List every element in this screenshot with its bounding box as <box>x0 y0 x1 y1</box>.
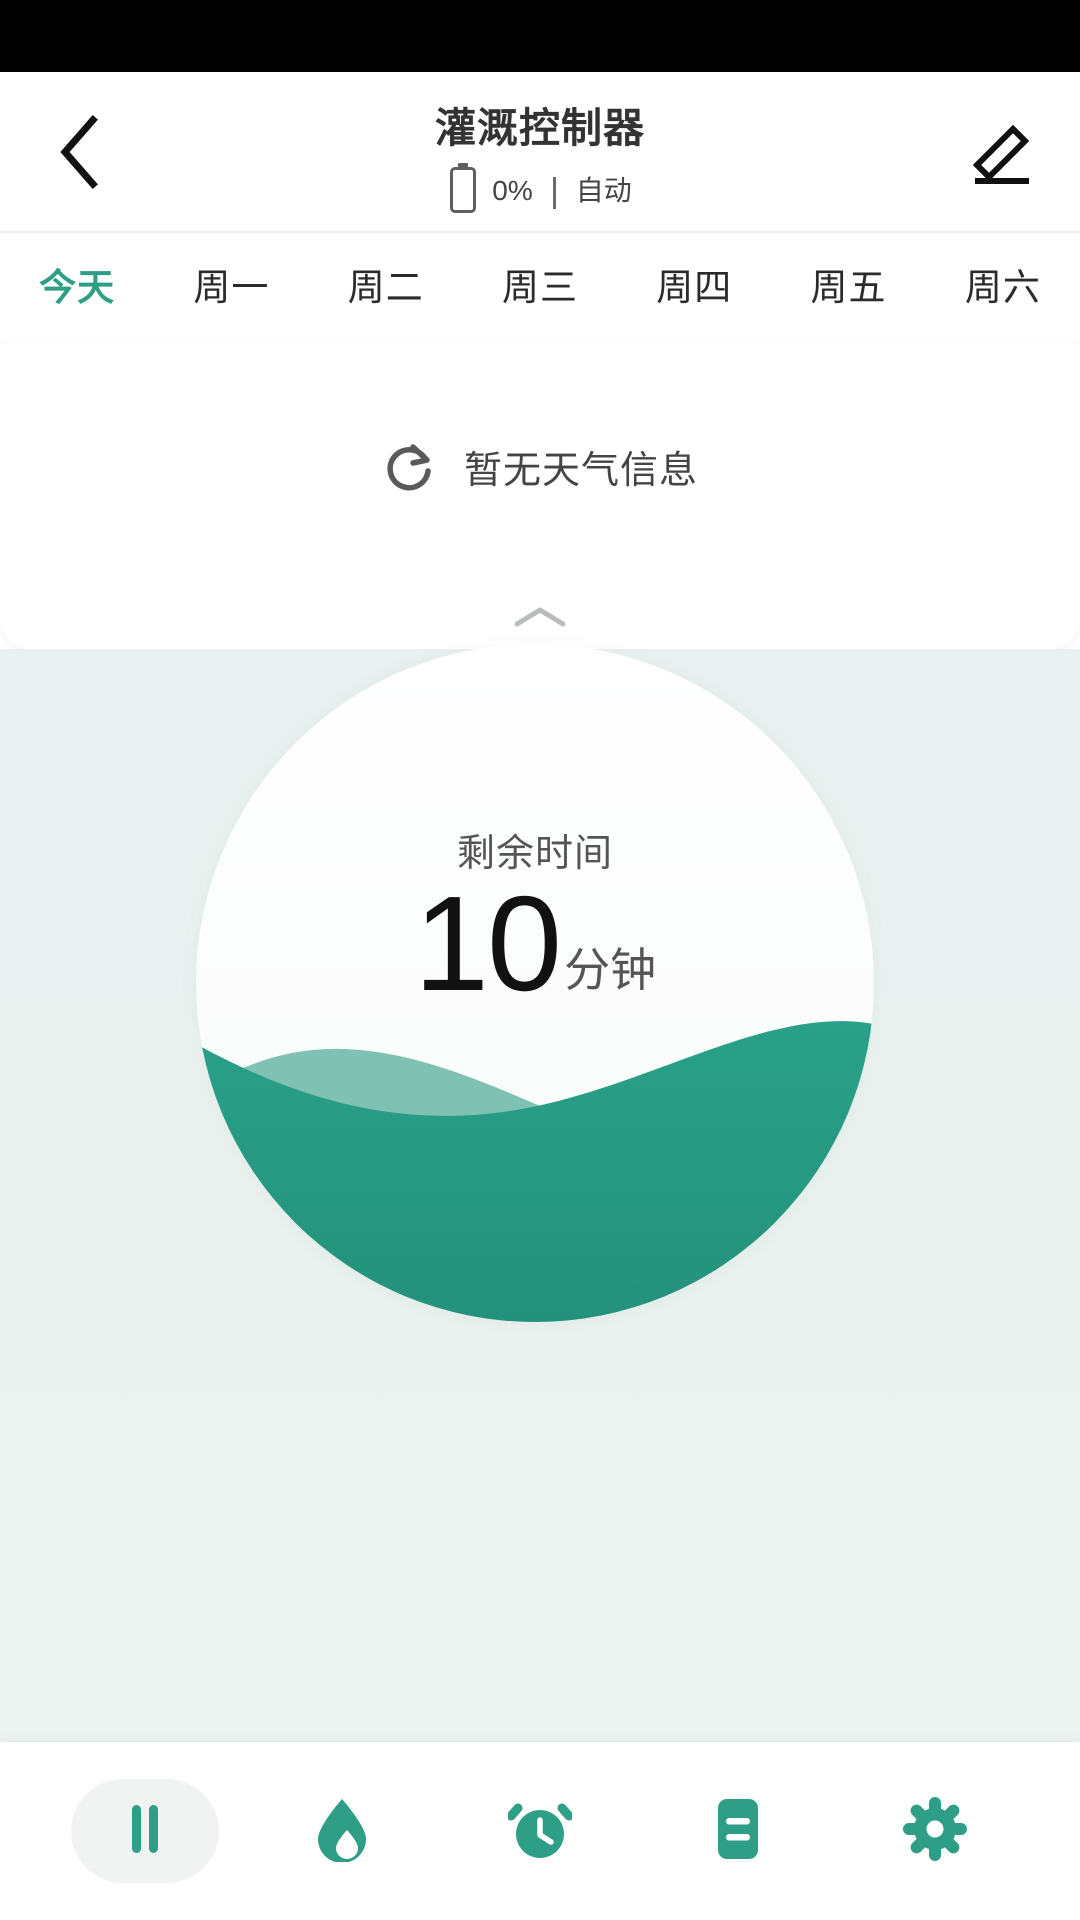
weather-status-row[interactable]: 暂无天气信息 <box>0 438 1080 503</box>
gauge-wave-front <box>196 1021 874 1322</box>
status-bar <box>0 0 1080 72</box>
gauge-value: 10 <box>413 868 562 1019</box>
header-title-block: 灌溉控制器 0% 自动 <box>0 100 1080 219</box>
battery-percent: 0% <box>492 174 533 206</box>
records-button[interactable] <box>664 1779 812 1883</box>
tab-friday[interactable]: 周五 <box>771 264 925 312</box>
day-tabs: 今天 周一 周二 周三 周四 周五 周六 <box>0 233 1080 343</box>
gauge-unit: 分钟 <box>564 944 657 996</box>
pause-icon <box>122 1801 168 1862</box>
alarm-clock-icon <box>506 1796 574 1867</box>
pencil-edit-icon <box>969 119 1035 185</box>
schedule-button[interactable] <box>466 1779 614 1883</box>
page-title: 灌溉控制器 <box>435 105 645 151</box>
water-button[interactable] <box>268 1779 416 1883</box>
remaining-time-gauge[interactable]: 剩余时间 10 分钟 <box>196 644 874 1322</box>
gauge-value-row: 10 分钟 <box>196 876 874 1011</box>
bottom-toolbar <box>0 1742 1080 1920</box>
water-drop-icon <box>311 1796 373 1867</box>
tab-thursday[interactable]: 周四 <box>617 264 771 312</box>
app-root: 灌溉控制器 0% 自动 今天 周一 周二 周三 周四 周五 周六 暂无天气信息 … <box>0 0 1080 1920</box>
subtitle-separator <box>552 176 556 209</box>
tab-tuesday[interactable]: 周二 <box>309 264 463 312</box>
tab-monday[interactable]: 周一 <box>154 264 308 312</box>
gear-settings-icon <box>902 1796 968 1867</box>
refresh-circular-arrow-icon[interactable] <box>382 438 438 503</box>
list-document-icon <box>711 1797 765 1866</box>
collapse-panel-button[interactable] <box>0 602 1080 637</box>
settings-button[interactable] <box>861 1779 1009 1883</box>
tab-today[interactable]: 今天 <box>0 264 154 312</box>
weather-panel: 暂无天气信息 <box>0 343 1080 649</box>
chevron-up-icon <box>510 602 570 637</box>
tab-saturday[interactable]: 周六 <box>926 264 1080 312</box>
edit-button[interactable] <box>954 104 1050 200</box>
pause-button[interactable] <box>70 1779 219 1883</box>
mode-label: 自动 <box>575 174 632 206</box>
battery-vertical-icon <box>448 162 478 219</box>
tab-wednesday[interactable]: 周三 <box>463 264 617 312</box>
weather-message: 暂无天气信息 <box>463 449 698 492</box>
app-header: 灌溉控制器 0% 自动 <box>0 72 1080 231</box>
main-content: 剩余时间 10 分钟 上次灌溉时间 -- <box>0 644 1080 1920</box>
header-subtitle: 0% 自动 <box>0 162 1080 219</box>
